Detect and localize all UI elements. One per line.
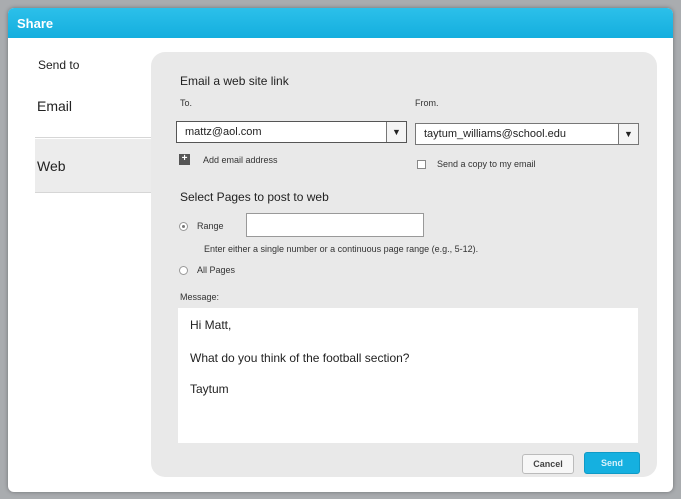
send-to-label: Send to [38,58,80,72]
add-email-address[interactable]: + Add email address [179,154,278,165]
sidebar-item-label: Email [37,98,73,114]
dialog-title: Share [8,8,673,38]
from-label: From. [415,98,439,108]
message-line: Taytum [190,382,229,396]
to-field[interactable]: mattz@aol.com ▼ [176,121,407,143]
range-label: Range [197,221,224,231]
message-line: What do you think of the football sectio… [190,351,410,365]
send-button[interactable]: Send [584,452,640,474]
to-label: To. [180,98,193,108]
all-pages-radio[interactable] [179,265,188,275]
range-input[interactable] [246,213,424,237]
all-pages-option[interactable]: All Pages [179,265,235,275]
message-line: Hi Matt, [190,318,232,332]
cancel-button[interactable]: Cancel [522,454,574,474]
message-textarea[interactable]: Hi Matt, What do you think of the footba… [178,308,638,443]
send-copy-option[interactable]: Send a copy to my email [417,159,536,169]
from-field[interactable]: taytum_williams@school.edu ▼ [415,123,639,145]
add-email-label: Add email address [203,154,278,165]
all-pages-label: All Pages [197,265,236,275]
from-value: taytum_williams@school.edu [424,128,567,140]
range-hint: Enter either a single number or a contin… [204,244,479,254]
chevron-down-icon[interactable]: ▼ [386,122,406,142]
to-value: mattz@aol.com [185,126,262,138]
message-label: Message: [180,292,220,302]
sidebar-item-email[interactable]: Email [35,98,153,138]
plus-icon: + [179,154,190,165]
sidebar-item-label: Web [37,158,66,174]
pages-section-heading: Select Pages to post to web [180,190,329,204]
range-option[interactable]: Range [179,221,224,231]
chevron-down-icon[interactable]: ▼ [618,124,638,144]
sidebar-item-web[interactable]: Web [35,139,153,193]
email-section-heading: Email a web site link [180,74,289,88]
range-radio[interactable] [179,221,188,231]
send-copy-checkbox[interactable] [417,159,426,169]
send-copy-label: Send a copy to my email [437,159,536,169]
